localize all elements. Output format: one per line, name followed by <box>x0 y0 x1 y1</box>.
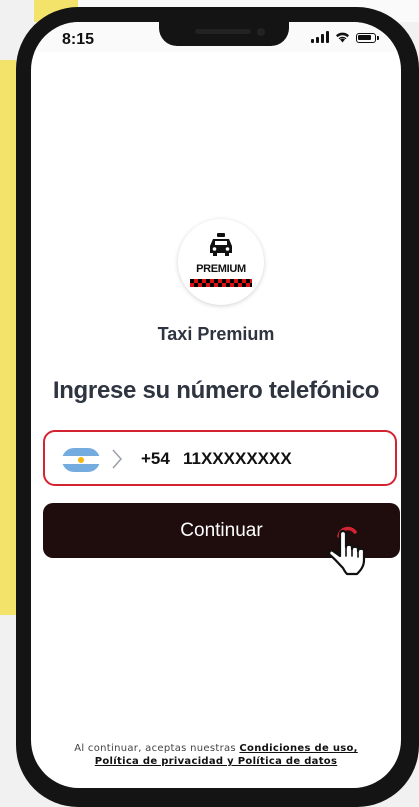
status-icons <box>311 31 379 43</box>
phone-screen: 8:15 PREMIUM Taxi Premium Ingrese su núm… <box>31 22 401 788</box>
status-bar: 8:15 <box>31 22 401 52</box>
page-title: Ingrese su número telefónico <box>52 377 380 404</box>
phone-number-field[interactable]: +54 11XXXXXXXX <box>43 430 397 486</box>
notch <box>159 22 289 46</box>
status-time: 8:15 <box>62 31 95 48</box>
logo-text: PREMIUM <box>196 263 246 275</box>
checker-stripe <box>190 279 252 287</box>
phone-number-input[interactable]: 11XXXXXXXX <box>183 449 292 469</box>
app-logo: PREMIUM <box>178 219 264 305</box>
chevron-right-icon[interactable] <box>111 448 123 470</box>
argentina-flag-icon[interactable] <box>62 448 100 472</box>
terms-link[interactable]: Condiciones de uso, <box>239 743 357 754</box>
privacy-link[interactable]: Política de privacidad y Política de dat… <box>31 755 401 768</box>
legal-notice: Al continuar, aceptas nuestras Condicion… <box>31 742 401 768</box>
signal-icon <box>311 31 329 43</box>
hand-pointer-icon <box>328 526 366 576</box>
battery-icon <box>356 33 379 43</box>
country-code: +54 <box>141 449 170 468</box>
background-accent-left <box>0 60 16 615</box>
legal-prefix: Al continuar, aceptas nuestras <box>74 743 240 754</box>
wifi-icon <box>336 32 349 43</box>
taxi-car-icon <box>210 233 232 256</box>
continue-button-label: Continuar <box>180 519 263 541</box>
app-name: Taxi Premium <box>157 324 275 344</box>
